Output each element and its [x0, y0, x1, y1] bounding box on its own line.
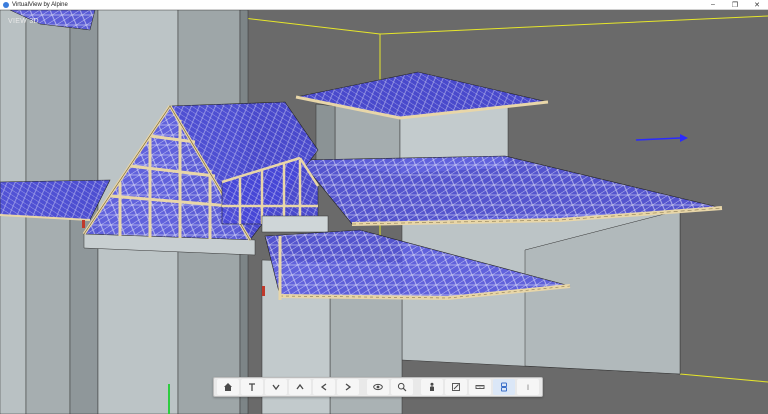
minimize-button[interactable]: – [702, 0, 724, 9]
chevron-down-icon [272, 384, 280, 391]
visibility-button[interactable] [367, 379, 389, 395]
text-icon [249, 383, 255, 391]
close-button[interactable]: ✕ [746, 0, 768, 9]
walk-button[interactable] [421, 379, 443, 395]
measure-button[interactable] [469, 379, 491, 395]
axis-green-indicator [168, 384, 170, 414]
info-button[interactable] [517, 379, 539, 395]
text-button[interactable] [241, 379, 263, 395]
person-icon [430, 382, 434, 391]
view-label: VIEW 3D [8, 18, 39, 25]
app-logo-icon [3, 1, 9, 8]
maximize-button[interactable]: ❐ [724, 0, 746, 9]
view-toolbar [213, 377, 543, 397]
down-button[interactable] [265, 379, 287, 395]
home-button[interactable] [217, 379, 239, 395]
info-icon [527, 384, 529, 390]
layers-button[interactable] [493, 379, 515, 395]
measure-icon [475, 385, 485, 389]
chevron-up-icon [296, 383, 304, 390]
eye-icon [373, 383, 383, 391]
zoom-button[interactable] [391, 379, 413, 395]
right-button[interactable] [337, 379, 359, 395]
red-marker [82, 220, 85, 228]
zoom-icon [397, 382, 407, 392]
up-button[interactable] [289, 379, 311, 395]
left-button[interactable] [313, 379, 335, 395]
window-title: VirtualView by Alpine [12, 1, 68, 8]
3d-viewport[interactable]: VIEW 3D [0, 10, 768, 414]
chevron-left-icon [320, 383, 327, 391]
edit-icon [452, 383, 460, 391]
home-icon [224, 383, 232, 391]
chevron-right-icon [345, 383, 352, 391]
scene-canvas[interactable] [0, 10, 768, 414]
window-controls: – ❐ ✕ [702, 0, 768, 9]
layers-icon [501, 382, 507, 392]
edit-button[interactable] [445, 379, 467, 395]
window-titlebar: VirtualView by Alpine – ❐ ✕ [0, 0, 768, 10]
